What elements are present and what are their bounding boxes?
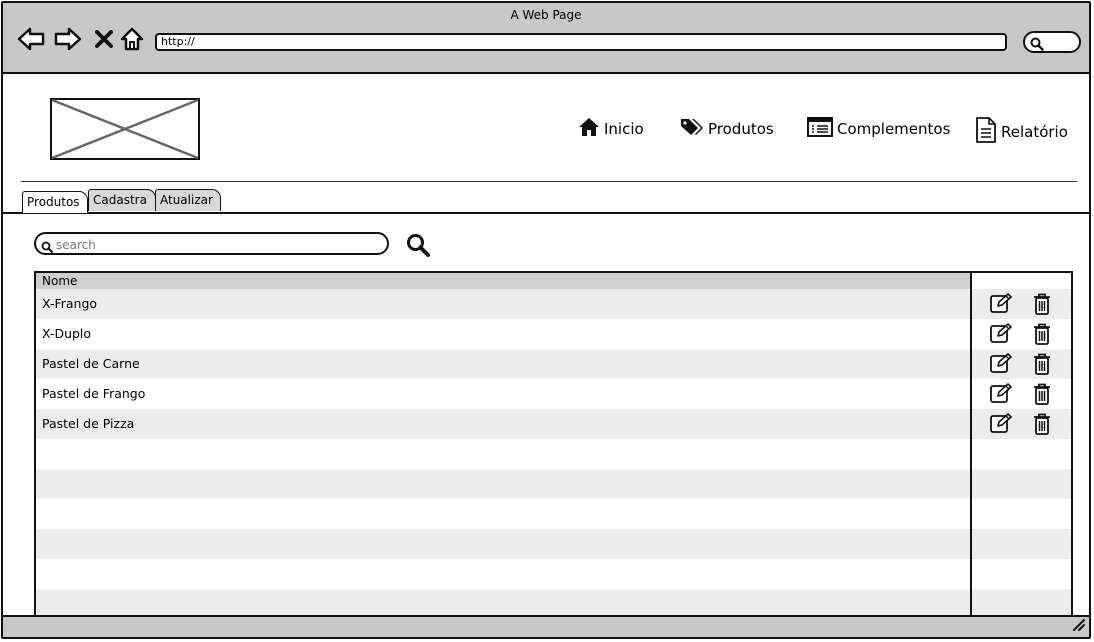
empty-row: [36, 529, 1071, 559]
row-name: X-Frango: [42, 296, 98, 311]
tab-atualizar[interactable]: Atualizar: [155, 189, 221, 211]
home-icon: [578, 117, 600, 141]
table-row[interactable]: Pastel de Carne: [36, 349, 1071, 379]
browser-titlebar: A Web Page http://: [3, 3, 1089, 74]
search-input[interactable]: [54, 235, 378, 254]
search-icon: [41, 238, 53, 257]
window-title: A Web Page: [510, 8, 582, 22]
browser-window: A Web Page http:// Inicio Produtos Compl…: [1, 1, 1091, 639]
edit-icon[interactable]: [990, 383, 1012, 407]
trash-icon[interactable]: [1033, 293, 1051, 319]
search-button-icon[interactable]: [406, 233, 430, 261]
trash-icon[interactable]: [1033, 383, 1051, 409]
empty-row: [36, 559, 1071, 589]
nav-item-complementos[interactable]: Complementos: [807, 117, 950, 141]
edit-icon[interactable]: [990, 413, 1012, 437]
products-table: Nome X-Frango X-Duplo Pastel de Carne Pa…: [34, 271, 1073, 623]
edit-icon[interactable]: [990, 323, 1012, 347]
back-arrow-icon[interactable]: [16, 25, 46, 53]
edit-icon[interactable]: [990, 293, 1012, 317]
trash-icon[interactable]: [1033, 413, 1051, 439]
table-row[interactable]: Pastel de Pizza: [36, 409, 1071, 439]
nav-item-label: Inicio: [604, 120, 644, 138]
forward-arrow-icon[interactable]: [53, 25, 83, 53]
tab-produtos[interactable]: Produtos: [22, 191, 88, 213]
trash-icon[interactable]: [1033, 323, 1051, 349]
nav-item-inicio[interactable]: Inicio: [578, 117, 644, 141]
nav-item-relatorio[interactable]: Relatório: [975, 117, 1068, 147]
tags-icon: [680, 117, 704, 141]
close-x-icon[interactable]: [89, 25, 119, 53]
search-field[interactable]: [34, 232, 389, 255]
browser-search-field[interactable]: [1023, 31, 1081, 53]
tab-panel-border: [3, 212, 1089, 214]
home-icon[interactable]: [117, 25, 147, 53]
nav-item-label: Relatório: [1001, 123, 1068, 141]
row-name: X-Duplo: [42, 326, 92, 341]
tab-cadastra[interactable]: Cadastra: [88, 189, 156, 211]
nav-item-label: Produtos: [708, 120, 774, 138]
empty-row: [36, 439, 1071, 469]
resize-grip-icon[interactable]: [1071, 616, 1085, 635]
document-icon: [975, 117, 997, 147]
row-name: Pastel de Pizza: [42, 416, 135, 431]
browser-statusbar: [3, 615, 1089, 637]
table-row[interactable]: X-Duplo: [36, 319, 1071, 349]
address-bar[interactable]: http://: [155, 33, 1007, 51]
empty-row: [36, 469, 1071, 499]
nav-item-label: Complementos: [837, 120, 951, 138]
trash-icon[interactable]: [1033, 353, 1051, 379]
logo-placeholder: [50, 98, 200, 164]
row-name: Pastel de Carne: [42, 356, 140, 371]
row-name: Pastel de Frango: [42, 386, 146, 401]
list-icon: [807, 117, 833, 141]
table-row[interactable]: Pastel de Frango: [36, 379, 1071, 409]
column-header-nome: Nome: [36, 273, 971, 289]
edit-icon[interactable]: [990, 353, 1012, 377]
empty-row: [36, 499, 1071, 529]
header-divider: [21, 181, 1077, 182]
search-icon: [1030, 36, 1044, 55]
table-row[interactable]: X-Frango: [36, 289, 1071, 319]
actions-column-divider: [970, 273, 972, 621]
nav-item-produtos[interactable]: Produtos: [680, 117, 774, 141]
